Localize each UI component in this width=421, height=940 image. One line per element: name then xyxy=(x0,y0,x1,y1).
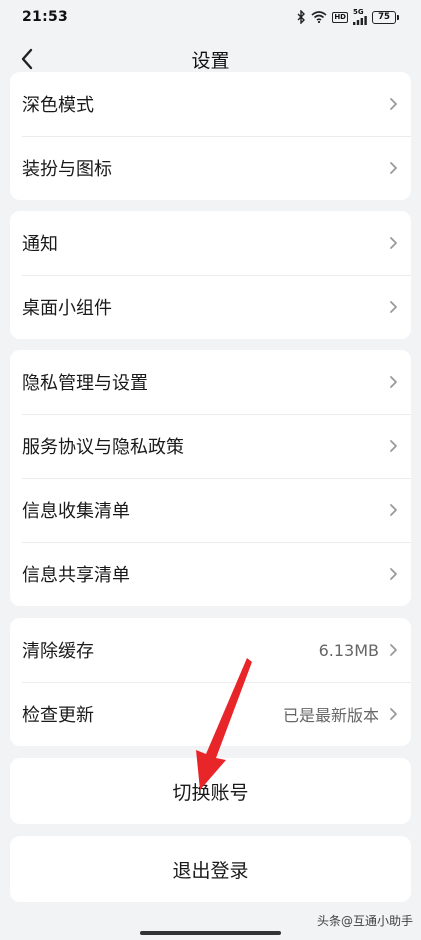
version-status-value: 已是最新版本 xyxy=(282,706,379,725)
chevron-right-icon xyxy=(389,567,399,581)
signal-icon: 5G xyxy=(353,9,367,25)
settings-item-label: 通知 xyxy=(22,234,58,255)
chevron-right-icon xyxy=(389,503,399,517)
hd-badge: HD xyxy=(332,11,348,23)
back-button[interactable] xyxy=(12,44,42,74)
chevron-right-icon xyxy=(389,643,399,657)
logout-label: 退出登录 xyxy=(172,859,249,882)
battery-icon: 75 xyxy=(372,10,399,24)
settings-item-info-collection[interactable]: 信息收集清单 xyxy=(10,478,411,542)
settings-item-label: 深色模式 xyxy=(22,95,94,116)
page-title: 设置 xyxy=(191,49,230,72)
settings-item-service-agreement[interactable]: 服务协议与隐私政策 xyxy=(10,414,411,478)
settings-item-label: 隐私管理与设置 xyxy=(22,373,148,394)
chevron-left-icon xyxy=(21,48,33,70)
battery-level: 75 xyxy=(372,10,396,24)
chevron-right-icon xyxy=(389,236,399,250)
chevron-right-icon xyxy=(389,707,399,721)
status-bar: 21:53 HD 5G 75 xyxy=(0,0,421,34)
settings-item-label: 检查更新 xyxy=(22,705,94,726)
settings-item-clear-cache[interactable]: 清除缓存 6.13MB xyxy=(10,618,411,682)
settings-item-widgets[interactable]: 桌面小组件 xyxy=(10,275,411,339)
status-time: 21:53 xyxy=(22,9,69,25)
wifi-icon xyxy=(311,11,327,23)
signal-label: 5G xyxy=(353,8,364,16)
settings-group-display: 深色模式 装扮与图标 xyxy=(10,72,411,200)
chevron-right-icon xyxy=(389,375,399,389)
chevron-right-icon xyxy=(389,161,399,175)
status-icons: HD 5G 75 xyxy=(297,9,399,25)
switch-account-button[interactable]: 切换账号 xyxy=(10,758,411,824)
chevron-right-icon xyxy=(389,97,399,111)
settings-item-label: 信息收集清单 xyxy=(22,501,130,522)
settings-item-label: 装扮与图标 xyxy=(22,159,112,180)
settings-group-privacy: 隐私管理与设置 服务协议与隐私政策 信息收集清单 信息共享清单 xyxy=(10,350,411,606)
watermark-text: 头条@互通小助手 xyxy=(316,914,413,928)
settings-group-storage: 清除缓存 6.13MB 检查更新 已是最新版本 xyxy=(10,618,411,746)
settings-item-dark-mode[interactable]: 深色模式 xyxy=(10,72,411,136)
settings-item-appearance[interactable]: 装扮与图标 xyxy=(10,136,411,200)
settings-item-check-update[interactable]: 检查更新 已是最新版本 xyxy=(10,682,411,746)
logout-button[interactable]: 退出登录 xyxy=(10,836,411,902)
settings-item-label: 服务协议与隐私政策 xyxy=(22,437,184,458)
switch-account-label: 切换账号 xyxy=(172,781,249,804)
chevron-right-icon xyxy=(389,439,399,453)
settings-item-label: 桌面小组件 xyxy=(22,298,112,319)
cache-size-value: 6.13MB xyxy=(318,640,379,660)
bluetooth-icon xyxy=(297,10,306,24)
settings-item-label: 信息共享清单 xyxy=(22,565,130,586)
settings-group-notifications: 通知 桌面小组件 xyxy=(10,211,411,339)
chevron-right-icon xyxy=(389,300,399,314)
settings-item-privacy-settings[interactable]: 隐私管理与设置 xyxy=(10,350,411,414)
home-indicator[interactable] xyxy=(140,931,281,935)
settings-item-info-sharing[interactable]: 信息共享清单 xyxy=(10,542,411,606)
settings-item-label: 清除缓存 xyxy=(22,641,94,662)
settings-item-notifications[interactable]: 通知 xyxy=(10,211,411,275)
